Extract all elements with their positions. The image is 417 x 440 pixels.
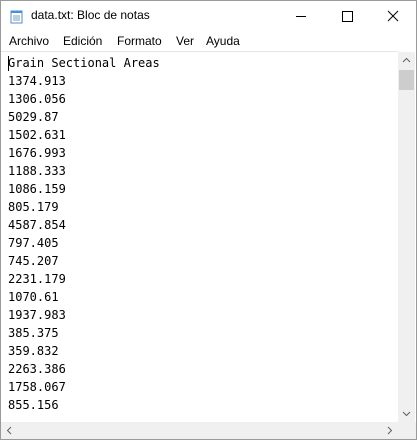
text-line: 1374.913 (8, 74, 66, 88)
menu-archivo[interactable]: Archivo (9, 33, 49, 49)
text-line: 797.405 (8, 236, 59, 250)
text-line: 745.207 (8, 254, 59, 268)
menu-formato[interactable]: Formato (117, 33, 162, 49)
close-icon (387, 10, 399, 22)
text-line: 1188.333 (8, 164, 66, 178)
text-line: 1758.067 (8, 380, 66, 394)
text-editor[interactable]: Grain Sectional Areas 1374.913 1306.056 … (1, 51, 398, 422)
text-line: 855.156 (8, 398, 59, 412)
text-line: 1676.993 (8, 146, 66, 160)
text-line: 1070.61 (8, 290, 59, 304)
title-bar[interactable]: data.txt: Bloc de notas (1, 1, 416, 31)
scrollbar-corner (398, 422, 416, 439)
text-line: 359.832 (8, 344, 59, 358)
minimize-icon (296, 16, 306, 17)
text-line: Grain Sectional Areas (8, 56, 160, 70)
notepad-icon (10, 10, 23, 24)
maximize-icon (342, 11, 353, 22)
menu-bar: Archivo Edición Formato Ver Ayuda (1, 31, 416, 51)
menu-ver[interactable]: Ver (176, 33, 194, 49)
text-line: 805.179 (8, 200, 59, 214)
scroll-up-arrow-icon[interactable] (398, 52, 415, 69)
vertical-scroll-thumb[interactable] (399, 70, 414, 90)
window-title: data.txt: Bloc de notas (31, 8, 150, 22)
text-line: 2231.179 (8, 272, 66, 286)
text-line: 1937.983 (8, 308, 66, 322)
text-line: 1086.159 (8, 182, 66, 196)
notepad-window: data.txt: Bloc de notas Archivo Edición … (0, 0, 417, 440)
text-line: 2263.386 (8, 362, 66, 376)
maximize-button[interactable] (324, 1, 370, 31)
close-button[interactable] (370, 1, 416, 31)
scroll-right-arrow-icon[interactable] (381, 422, 398, 439)
text-line: 4587.854 (8, 218, 66, 232)
menu-edicion[interactable]: Edición (63, 33, 102, 49)
text-line: 1306.056 (8, 92, 66, 106)
scroll-down-arrow-icon[interactable] (398, 405, 415, 422)
minimize-button[interactable] (278, 1, 324, 31)
text-line: 1502.631 (8, 128, 66, 142)
menu-ayuda[interactable]: Ayuda (206, 33, 240, 49)
scroll-left-arrow-icon[interactable] (1, 422, 18, 439)
vertical-scrollbar[interactable] (398, 52, 415, 422)
text-line: 385.375 (8, 326, 59, 340)
text-caret (8, 56, 9, 71)
text-line: 5029.87 (8, 110, 59, 124)
horizontal-scrollbar[interactable] (1, 422, 398, 439)
